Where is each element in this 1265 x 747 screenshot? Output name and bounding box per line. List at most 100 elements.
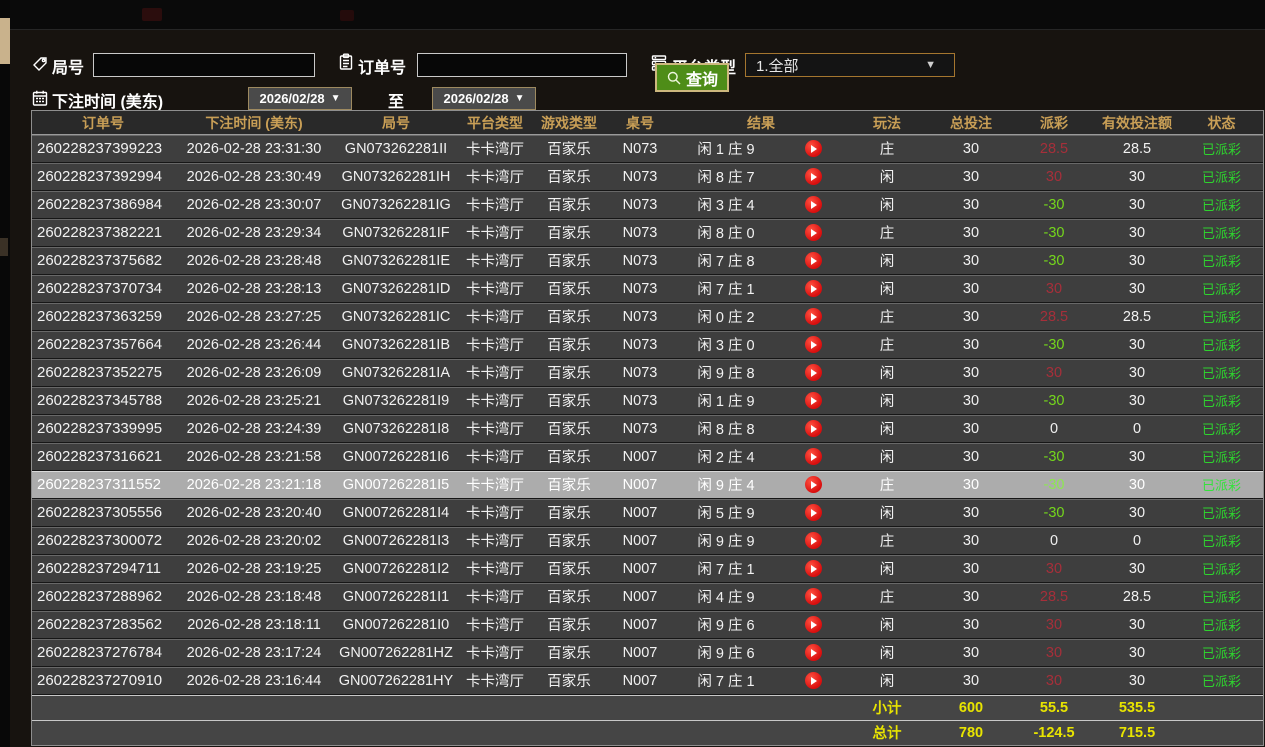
chevron-down-icon: ▼ — [331, 93, 341, 104]
total-row: 总计 780 -124.5 715.5 — [32, 720, 1263, 745]
round-input[interactable] — [93, 53, 315, 77]
payout-amount: 30 — [1016, 365, 1092, 381]
table-row[interactable]: 260228237270910 2026-02-28 23:16:44 GN00… — [32, 667, 1263, 695]
play-icon[interactable] — [805, 476, 822, 493]
status-badge: 已派彩 — [1182, 139, 1261, 158]
table-row[interactable]: 260228237382221 2026-02-28 23:29:34 GN07… — [32, 219, 1263, 247]
search-button[interactable]: 查询 — [655, 63, 729, 92]
table-row[interactable]: 260228237357664 2026-02-28 23:26:44 GN07… — [32, 331, 1263, 359]
payout-amount: 28.5 — [1016, 309, 1092, 325]
round-number: GN007262281I4 — [334, 505, 458, 521]
platform-type: 卡卡湾厅 — [458, 138, 532, 159]
payout-amount: -30 — [1016, 197, 1092, 213]
play-icon[interactable] — [805, 140, 822, 157]
subtotal-row: 小计 600 55.5 535.5 — [32, 695, 1263, 720]
game-type: 百家乐 — [532, 502, 606, 523]
round-number: GN073262281IF — [334, 225, 458, 241]
status-badge: 已派彩 — [1182, 671, 1261, 690]
table-number: N007 — [606, 617, 674, 633]
round-number: GN007262281I0 — [334, 617, 458, 633]
platform-type: 卡卡湾厅 — [458, 502, 532, 523]
bet-time: 2026-02-28 23:21:58 — [174, 449, 334, 465]
status-badge: 已派彩 — [1182, 391, 1261, 410]
date-to-select[interactable]: 2026/02/28 ▼ — [432, 87, 536, 110]
table-row[interactable]: 260228237316621 2026-02-28 23:21:58 GN00… — [32, 443, 1263, 471]
platform-select[interactable]: 1.全部 ▼ — [745, 53, 955, 77]
bet-type: 庄 — [848, 334, 926, 355]
play-icon[interactable] — [805, 224, 822, 241]
table-row[interactable]: 260228237345788 2026-02-28 23:25:21 GN07… — [32, 387, 1263, 415]
total-bet: 30 — [926, 365, 1016, 381]
order-input[interactable] — [417, 53, 627, 77]
total-bet: 30 — [926, 589, 1016, 605]
table-number: N073 — [606, 309, 674, 325]
table-number: N073 — [606, 365, 674, 381]
status-badge: 已派彩 — [1182, 503, 1261, 522]
table-row[interactable]: 260228237305556 2026-02-28 23:20:40 GN00… — [32, 499, 1263, 527]
play-icon[interactable] — [805, 616, 822, 633]
game-type: 百家乐 — [532, 166, 606, 187]
play-icon[interactable] — [805, 532, 822, 549]
table-row[interactable]: 260228237300072 2026-02-28 23:20:02 GN00… — [32, 527, 1263, 555]
round-number: GN007262281I1 — [334, 589, 458, 605]
table-row[interactable]: 260228237276784 2026-02-28 23:17:24 GN00… — [32, 639, 1263, 667]
valid-bet: 30 — [1092, 505, 1182, 521]
play-icon[interactable] — [805, 448, 822, 465]
total-bet: 780 — [926, 725, 1016, 741]
play-icon[interactable] — [805, 308, 822, 325]
platform-select-value: 1.全部 — [756, 55, 799, 76]
result-text: 闲 8 庄 0 — [674, 222, 778, 243]
play-icon[interactable] — [805, 504, 822, 521]
game-type: 百家乐 — [532, 558, 606, 579]
play-icon[interactable] — [805, 560, 822, 577]
table-row[interactable]: 260228237283562 2026-02-28 23:18:11 GN00… — [32, 611, 1263, 639]
table-number: N007 — [606, 673, 674, 689]
play-icon[interactable] — [805, 168, 822, 185]
table-row[interactable]: 260228237294711 2026-02-28 23:19:25 GN00… — [32, 555, 1263, 583]
play-icon[interactable] — [805, 336, 822, 353]
valid-bet: 28.5 — [1092, 589, 1182, 605]
result-text: 闲 9 庄 6 — [674, 614, 778, 635]
play-icon[interactable] — [805, 364, 822, 381]
platform-type: 卡卡湾厅 — [458, 418, 532, 439]
game-type: 百家乐 — [532, 362, 606, 383]
payout-amount: -30 — [1016, 337, 1092, 353]
game-type: 百家乐 — [532, 642, 606, 663]
order-number: 260228237386984 — [32, 196, 174, 213]
play-icon[interactable] — [805, 644, 822, 661]
play-icon[interactable] — [805, 196, 822, 213]
valid-bet: 28.5 — [1092, 309, 1182, 325]
play-icon[interactable] — [805, 392, 822, 409]
table-row[interactable]: 260228237352275 2026-02-28 23:26:09 GN07… — [32, 359, 1263, 387]
status-badge: 已派彩 — [1182, 419, 1261, 438]
date-from-select[interactable]: 2026/02/28 ▼ — [248, 87, 352, 110]
play-icon[interactable] — [805, 672, 822, 689]
result-text: 闲 9 庄 9 — [674, 530, 778, 551]
play-icon[interactable] — [805, 252, 822, 269]
calendar-icon — [31, 89, 49, 107]
table-row[interactable]: 260228237339995 2026-02-28 23:24:39 GN07… — [32, 415, 1263, 443]
table-row[interactable]: 260228237399223 2026-02-28 23:31:30 GN07… — [32, 135, 1263, 163]
play-icon[interactable] — [805, 588, 822, 605]
table-row[interactable]: 260228237375682 2026-02-28 23:28:48 GN07… — [32, 247, 1263, 275]
game-type: 百家乐 — [532, 278, 606, 299]
game-type: 百家乐 — [532, 670, 606, 691]
table-row[interactable]: 260228237386984 2026-02-28 23:30:07 GN07… — [32, 191, 1263, 219]
col-header-game: 游戏类型 — [532, 113, 606, 133]
table-row[interactable]: 260228237370734 2026-02-28 23:28:13 GN07… — [32, 275, 1263, 303]
table-number: N073 — [606, 421, 674, 437]
table-row[interactable]: 260228237392994 2026-02-28 23:30:49 GN07… — [32, 163, 1263, 191]
valid-bet: 30 — [1092, 225, 1182, 241]
valid-bet: 28.5 — [1092, 141, 1182, 157]
order-number: 260228237375682 — [32, 252, 174, 269]
table-row[interactable]: 260228237363259 2026-02-28 23:27:25 GN07… — [32, 303, 1263, 331]
play-icon[interactable] — [805, 420, 822, 437]
table-number: N007 — [606, 477, 674, 493]
table-row[interactable]: 260228237288962 2026-02-28 23:18:48 GN00… — [32, 583, 1263, 611]
table-row[interactable]: 260228237311552 2026-02-28 23:21:18 GN00… — [32, 471, 1263, 499]
play-icon[interactable] — [805, 280, 822, 297]
valid-bet: 30 — [1092, 645, 1182, 661]
bet-time: 2026-02-28 23:28:48 — [174, 253, 334, 269]
result-text: 闲 3 庄 0 — [674, 334, 778, 355]
result-text: 闲 1 庄 9 — [674, 390, 778, 411]
